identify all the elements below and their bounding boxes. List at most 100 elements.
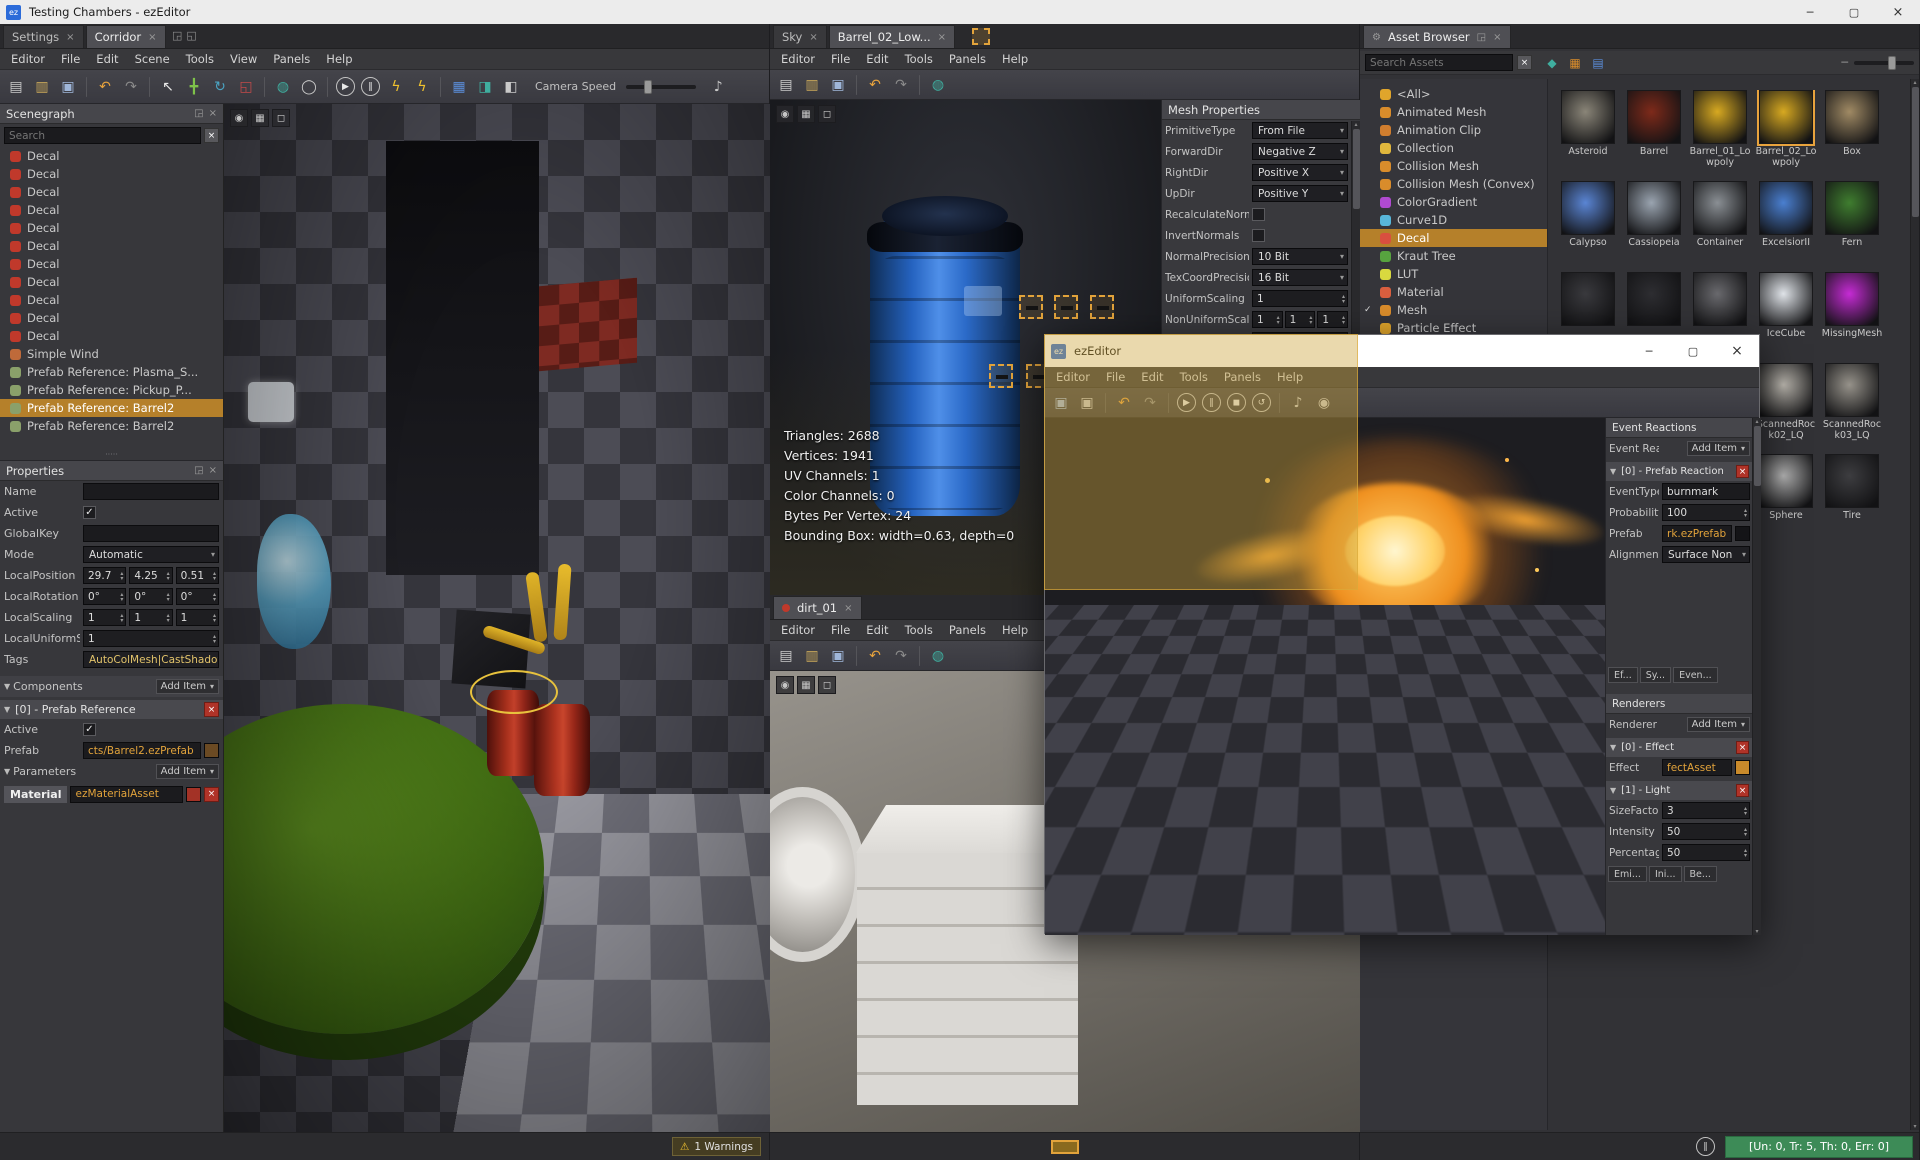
menu-item[interactable]: View [222, 52, 265, 66]
close-tab-icon[interactable]: × [938, 32, 946, 43]
scenegraph-item[interactable]: Simple Wind [0, 345, 223, 363]
prop-spinner[interactable]: 1 ▴ ▾ [1252, 311, 1283, 328]
asset-type-item[interactable]: ✓ Collection [1360, 139, 1547, 157]
prop-dropdown[interactable]: Positive Y ▾ [1252, 185, 1348, 202]
menu-item[interactable]: Panels [941, 52, 994, 66]
toolbar-icon[interactable] [856, 75, 857, 95]
scenegraph-item[interactable]: Prefab Reference: Pickup_P... [0, 381, 223, 399]
float-panel-icon[interactable]: ◲ [194, 108, 203, 119]
dock-target-handle[interactable] [1054, 295, 1078, 319]
save-document-icon[interactable]: ▣ [826, 644, 850, 668]
close-panel-icon[interactable]: × [209, 108, 217, 119]
remove-material-icon[interactable]: × [204, 787, 219, 802]
close-tab-icon[interactable]: × [66, 32, 74, 43]
render-mode-icon[interactable]: ◉ [230, 109, 248, 127]
reaction-prefab-input[interactable]: rk.ezPrefab [1662, 525, 1732, 542]
maximize-button[interactable]: ▢ [1671, 335, 1715, 367]
document-tab[interactable]: Barrel_02_Low... × [829, 25, 955, 48]
toolbar-icon[interactable] [919, 646, 920, 666]
list-view-icon[interactable]: ▤ [1588, 53, 1608, 73]
document-tab[interactable]: Sky × [773, 25, 827, 48]
pos-y-spinner[interactable]: 4.25 ▴ ▾ [129, 567, 172, 584]
probability-spinner[interactable]: 100 ▴ ▾ [1662, 504, 1750, 521]
active-checkbox[interactable]: ✓ [83, 506, 96, 519]
panel-tab[interactable]: Ef... [1608, 667, 1638, 683]
menu-item[interactable]: File [1098, 370, 1133, 384]
render-mode-icon[interactable]: ◉ [776, 676, 794, 694]
redo-icon[interactable]: ↷ [889, 644, 913, 668]
eventtype-input[interactable]: burnmark [1662, 483, 1750, 500]
shading-icon[interactable]: ◧ [499, 75, 523, 99]
world-settings-icon[interactable]: ◍ [926, 644, 950, 668]
asset-type-item[interactable]: ✓ Decal [1360, 229, 1547, 247]
redo-icon[interactable]: ↷ [889, 73, 913, 97]
toolbar-icon[interactable] [1279, 393, 1280, 413]
dock-target-handle[interactable] [989, 364, 1013, 388]
open-document-icon[interactable]: ▥ [800, 644, 824, 668]
clear-search-icon[interactable]: × [204, 128, 219, 143]
undo-icon[interactable]: ↶ [863, 73, 887, 97]
asset-cell[interactable]: ScannedRock03_LQ [1820, 363, 1884, 443]
asset-cell[interactable]: MissingMesh [1820, 272, 1884, 352]
effect-asset-input[interactable]: fectAsset [1662, 759, 1732, 776]
prefab-asset-input[interactable]: cts/Barrel2.ezPrefab [83, 742, 201, 759]
panel-tab[interactable]: Ini... [1649, 866, 1682, 882]
scenegraph-item[interactable]: Decal [0, 165, 223, 183]
translate-tool-icon[interactable]: ╋ [182, 75, 206, 99]
asset-cell[interactable]: Box [1820, 90, 1884, 170]
open-document-icon[interactable]: ▥ [800, 73, 824, 97]
save-icon[interactable]: ▣ [1049, 391, 1073, 415]
close-panel-icon[interactable]: × [209, 465, 217, 476]
add-event-reaction-button[interactable]: Add Item ▾ [1687, 441, 1750, 456]
prop-checkbox[interactable] [1252, 208, 1265, 221]
alignment-dropdown[interactable]: Surface Non ▾ [1662, 546, 1750, 563]
float-panel-icon[interactable]: ◲ [194, 465, 203, 476]
pos-z-spinner[interactable]: 0.51 ▴ ▾ [176, 567, 219, 584]
asset-browser-tab[interactable]: ⚙ Asset Browser ◲ × [1363, 25, 1511, 48]
asset-type-item[interactable]: ✓ Mesh [1360, 301, 1547, 319]
scrollbar[interactable]: ▴▾ [1752, 418, 1761, 935]
menu-item[interactable]: Help [1269, 370, 1311, 384]
add-parameter-button[interactable]: Add Item ▾ [156, 764, 219, 779]
menu-item[interactable]: Edit [88, 52, 126, 66]
panel-tab[interactable]: Even... [1673, 667, 1718, 683]
rot-y-spinner[interactable]: 0° ▴ ▾ [129, 588, 172, 605]
asset-type-item[interactable]: ✓ LUT [1360, 265, 1547, 283]
menu-item[interactable]: Panels [1216, 370, 1269, 384]
asset-type-item[interactable]: ✓ <All> [1360, 85, 1547, 103]
remove-reaction-icon[interactable]: × [1736, 465, 1749, 478]
pos-x-spinner[interactable]: 29.7 ▴ ▾ [83, 567, 126, 584]
scale-y-spinner[interactable]: 1 ▴ ▾ [129, 609, 172, 626]
rot-z-spinner[interactable]: 0° ▴ ▾ [176, 588, 219, 605]
world-settings-icon[interactable]: ◍ [271, 75, 295, 99]
light-renderer-group[interactable]: ▼ [1] - Light × [1606, 781, 1753, 800]
asset-cell[interactable]: Barrel_02_Lowpoly [1754, 90, 1818, 170]
remove-renderer-icon[interactable]: × [1736, 741, 1749, 754]
scenegraph-item[interactable]: Decal [0, 273, 223, 291]
prop-dropdown[interactable]: Positive X ▾ [1252, 164, 1348, 181]
scenegraph-item[interactable]: Decal [0, 183, 223, 201]
asset-type-item[interactable]: ✓ Curve1D [1360, 211, 1547, 229]
dock-drag-handle[interactable] [972, 28, 990, 45]
maximize-viewport-icon[interactable]: ◻ [818, 676, 836, 694]
grid-toggle-icon[interactable]: ▦ [797, 105, 815, 123]
menu-item[interactable]: File [823, 623, 858, 637]
menu-item[interactable]: Tools [897, 52, 941, 66]
prop-checkbox[interactable] [1252, 229, 1265, 242]
float-panel-icon[interactable]: ◲ [1477, 32, 1486, 43]
prefab-browse-button[interactable] [204, 743, 219, 758]
save-document-icon[interactable]: ▣ [826, 73, 850, 97]
toolbar-icon[interactable] [1105, 393, 1106, 413]
particle-viewport[interactable] [1045, 418, 1605, 935]
asset-type-item[interactable]: ✓ Animated Mesh [1360, 103, 1547, 121]
scenegraph-item[interactable]: Decal [0, 237, 223, 255]
restart-icon[interactable]: ↺ [1252, 393, 1271, 412]
tags-dropdown[interactable]: AutoColMesh|CastShadow▾ [83, 651, 219, 668]
grid-toggle-icon[interactable]: ▦ [447, 75, 471, 99]
scene-viewport[interactable]: ◉ ▦ ◻ [224, 104, 770, 1132]
menu-item[interactable]: Scene [127, 52, 178, 66]
render-mode-icon[interactable]: ◉ [776, 105, 794, 123]
pause-icon[interactable]: ‖ [361, 77, 380, 96]
menu-item[interactable]: Edit [858, 52, 896, 66]
close-button[interactable]: × [1715, 335, 1759, 367]
